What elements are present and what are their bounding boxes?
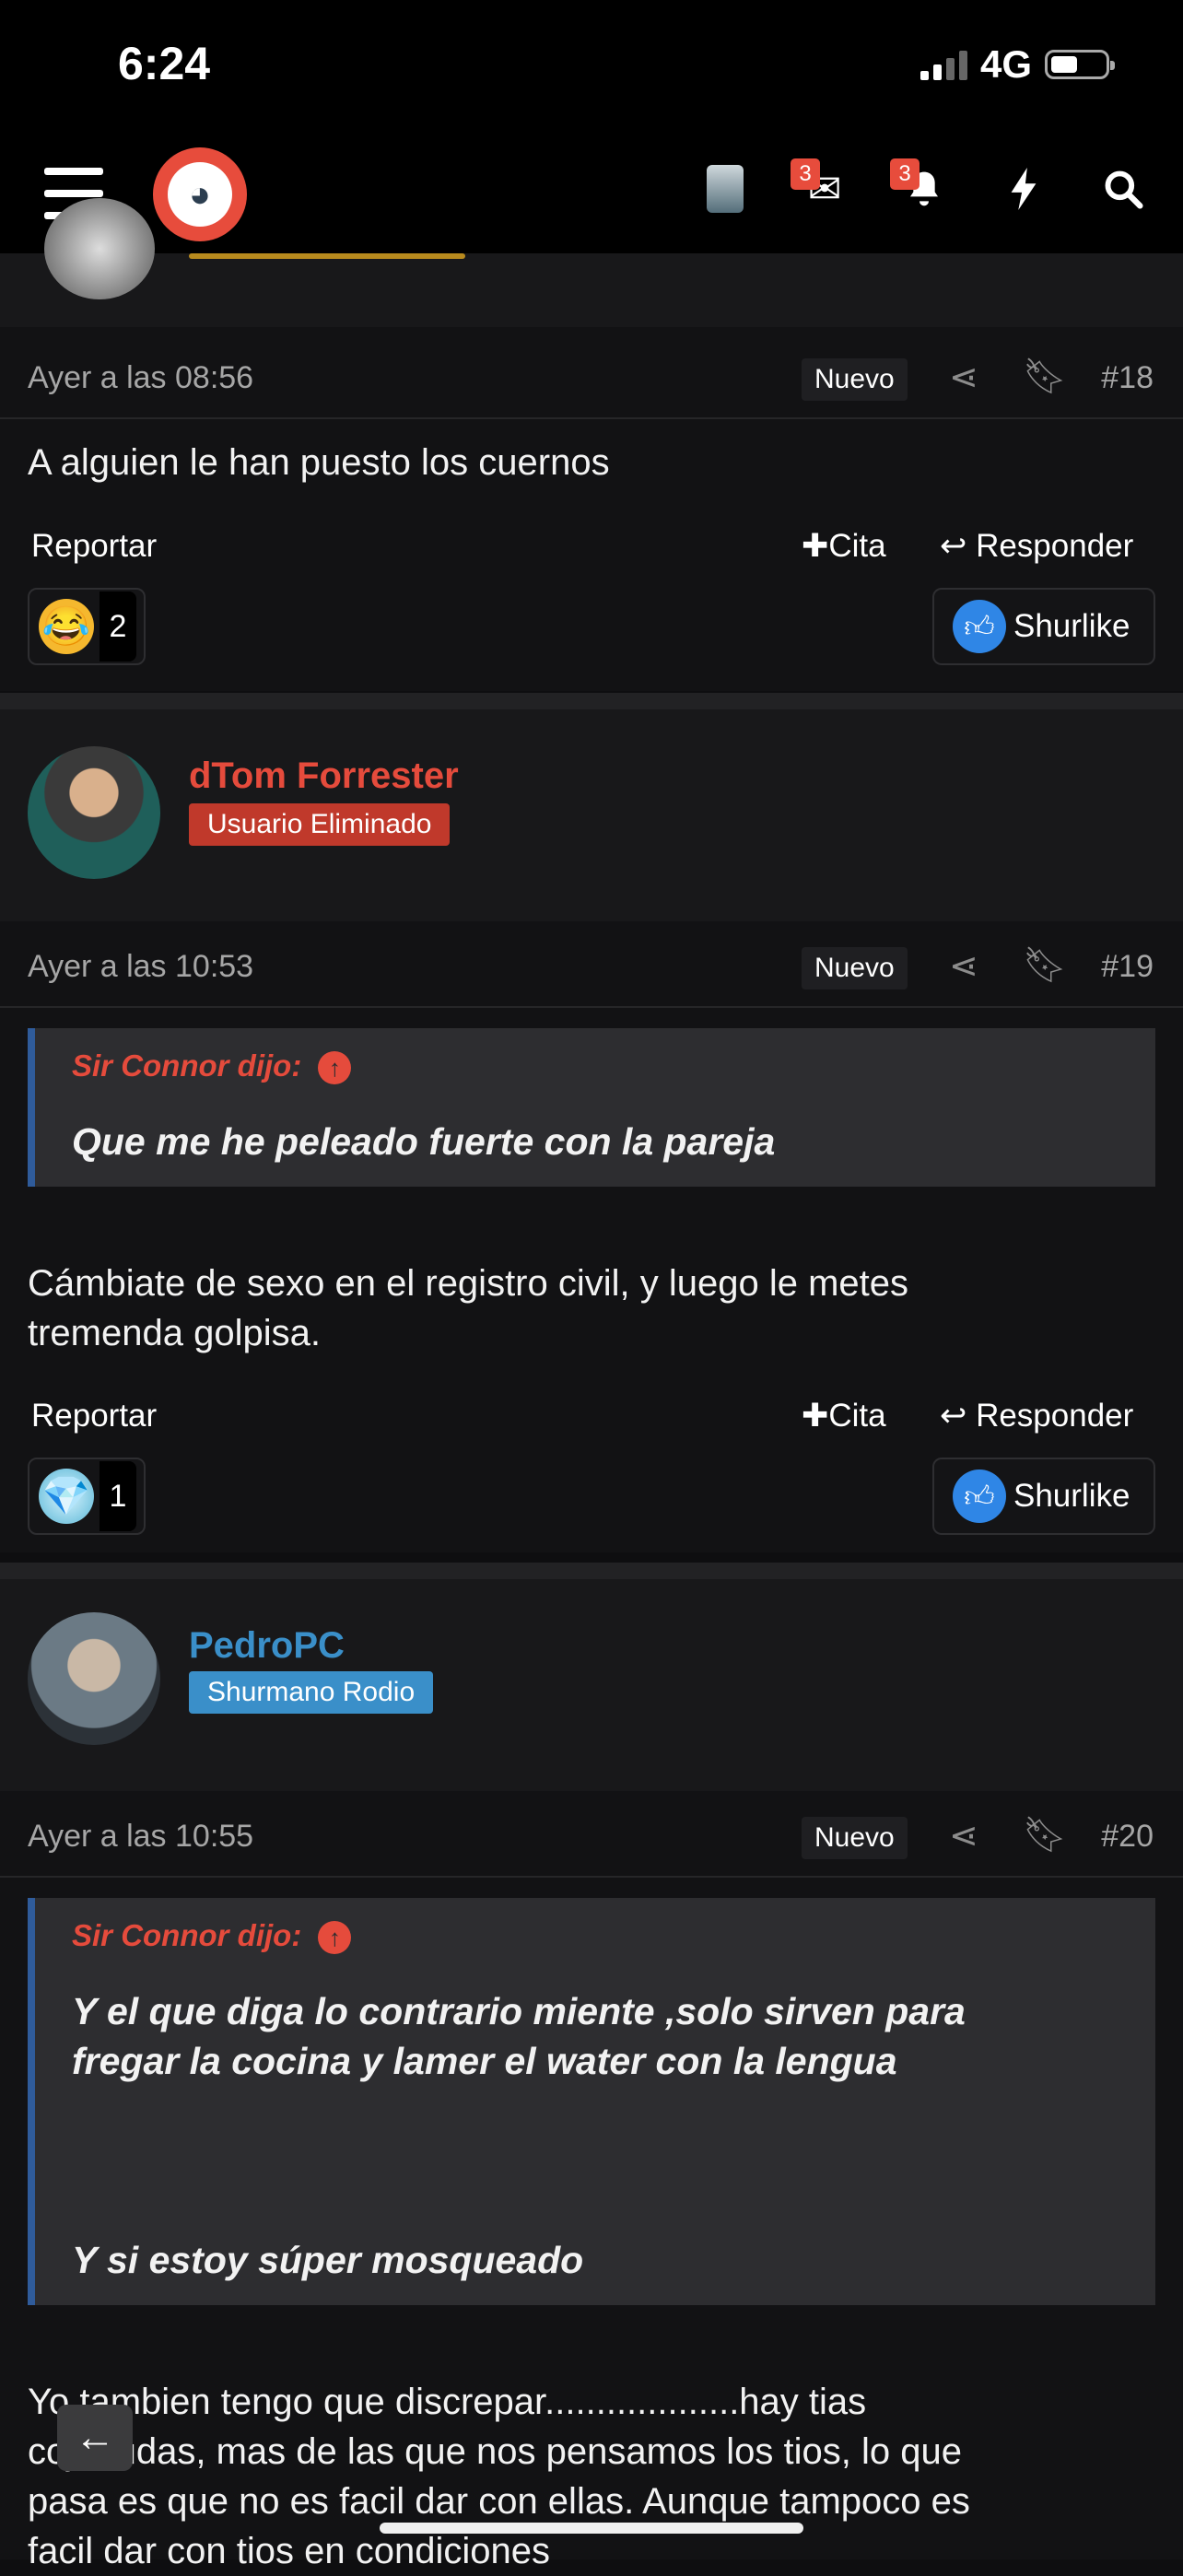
- quote-text: Y el que diga lo contrario miente ,solo …: [72, 1990, 966, 2082]
- post-actions: Reportar ✚Cita ↩ Responder: [0, 521, 1183, 576]
- post-date[interactable]: Ayer a las 08:56: [28, 360, 253, 396]
- battery-icon: [1045, 50, 1115, 79]
- status-icons: 4G: [919, 42, 1115, 87]
- post-text: Cámbiate de sexo en el registro civil, y…: [28, 1263, 909, 1353]
- thumbs-up-icon: 👍︎: [953, 1469, 1006, 1523]
- alerts-button[interactable]: 3: [890, 157, 956, 221]
- report-link[interactable]: Reportar: [31, 528, 157, 565]
- plus-icon: ✚: [802, 1398, 829, 1434]
- username[interactable]: PedroPC: [189, 1625, 345, 1667]
- whats-new-button[interactable]: [991, 157, 1056, 221]
- quote-text: Que me he peleado fuerte con la pareja: [72, 1120, 776, 1163]
- post-number[interactable]: #18: [1101, 360, 1154, 396]
- report-link[interactable]: Reportar: [31, 1398, 157, 1434]
- reaction-summary[interactable]: 😂 2: [28, 588, 146, 665]
- quote-author[interactable]: Sir Connor dijo: ↑: [72, 1918, 352, 1955]
- new-badge: Nuevo: [802, 1817, 908, 1859]
- quote-text: Y si estoy súper mosqueado: [72, 2239, 584, 2281]
- bookmark-icon[interactable]: 🔖︎: [1023, 357, 1067, 397]
- arrow-up-icon[interactable]: ↑: [318, 1051, 352, 1085]
- avatar[interactable]: [28, 1612, 160, 1745]
- plus-icon: ✚: [802, 528, 829, 564]
- post-actions: Reportar ✚Cita ↩ Responder: [0, 1390, 1183, 1446]
- user-badge: [189, 253, 465, 259]
- shurlike-button[interactable]: 👍︎ Shurlike: [932, 588, 1155, 665]
- quote-block: Sir Connor dijo: ↑ Que me he peleado fuer…: [28, 1028, 1155, 1187]
- post-meta: Ayer a las 08:56 Nuevo ⋖ 🔖︎ #18: [0, 344, 1183, 419]
- post-text: A alguien le han puesto los cuernos: [28, 442, 610, 483]
- user-title-badge: Shurmano Rodio: [189, 1671, 434, 1714]
- network-type: 4G: [979, 42, 1032, 86]
- reactions-row: 😂 2 👍︎ Shurlike: [0, 588, 1183, 665]
- home-indicator[interactable]: [380, 2523, 803, 2534]
- search-button[interactable]: [1091, 157, 1155, 221]
- avatar[interactable]: [28, 746, 160, 879]
- quote-button[interactable]: ✚Cita: [802, 1398, 886, 1434]
- reply-icon: ↩: [940, 528, 977, 564]
- post-separator: [0, 693, 1183, 709]
- post-date[interactable]: Ayer a las 10:55: [28, 1819, 253, 1855]
- reaction-count: 2: [100, 591, 136, 662]
- avatar: [44, 198, 155, 299]
- share-icon[interactable]: ⋖: [949, 945, 978, 987]
- post-number[interactable]: #20: [1101, 1819, 1154, 1855]
- status-bar: 6:24 4G: [0, 0, 1183, 138]
- post-meta: Ayer a las 10:55 Nuevo ⋖ 🔖︎ #20: [0, 1802, 1183, 1878]
- share-icon[interactable]: ⋖: [949, 1815, 978, 1856]
- post-separator: [0, 1563, 1183, 1579]
- avatar: [707, 165, 744, 213]
- diamond-emoji-icon: 💎: [39, 1469, 94, 1524]
- new-badge: Nuevo: [802, 947, 908, 989]
- user-block: PedroPC Shurmano Rodio: [0, 1579, 1183, 1791]
- arrow-up-icon[interactable]: ↑: [318, 1921, 352, 1955]
- reply-icon: ↩: [940, 1398, 977, 1434]
- bookmark-icon[interactable]: 🔖︎: [1023, 1815, 1067, 1856]
- reaction-count: 1: [100, 1461, 136, 1531]
- quote-button[interactable]: ✚Cita: [802, 528, 886, 565]
- laughing-emoji-icon: 😂: [39, 599, 94, 654]
- post-number[interactable]: #19: [1101, 949, 1154, 985]
- signal-icon: [919, 49, 967, 80]
- logo-face-icon: ◕: [168, 162, 232, 227]
- search-icon: [1105, 170, 1143, 209]
- inbox-count-badge: 3: [791, 158, 820, 190]
- reply-button[interactable]: ↩ Responder: [940, 528, 1133, 565]
- user-block: [0, 198, 1183, 327]
- shurlike-button[interactable]: 👍︎ Shurlike: [932, 1458, 1155, 1535]
- reply-button[interactable]: ↩ Responder: [940, 1398, 1133, 1434]
- quote-block: Sir Connor dijo: ↑ Y el que diga lo contr…: [28, 1898, 1155, 2305]
- lightning-icon: [1011, 168, 1037, 210]
- account-avatar-button[interactable]: [693, 157, 757, 221]
- reaction-summary[interactable]: 💎 1: [28, 1458, 146, 1535]
- user-block: dTom Forrester Usuario Eliminado: [0, 709, 1183, 921]
- top-navbar: ◕ ✉ 3 3: [0, 138, 1183, 253]
- clock: 6:24: [118, 38, 211, 89]
- inbox-button[interactable]: ✉ 3: [791, 157, 857, 221]
- share-icon[interactable]: ⋖: [949, 357, 978, 398]
- username[interactable]: dTom Forrester: [189, 755, 459, 797]
- bookmark-icon[interactable]: 🔖︎: [1023, 945, 1067, 986]
- new-badge: Nuevo: [802, 358, 908, 401]
- alerts-count-badge: 3: [890, 158, 919, 190]
- post-text: Yo tambien tengo que discrepar..........…: [28, 2382, 970, 2571]
- arrow-left-icon: ←: [75, 2415, 115, 2460]
- post-date[interactable]: Ayer a las 10:53: [28, 949, 253, 985]
- post-meta: Ayer a las 10:53 Nuevo ⋖ 🔖︎ #19: [0, 932, 1183, 1008]
- back-button[interactable]: ←: [57, 2405, 133, 2471]
- reactions-row: 💎 1 👍︎ Shurlike: [0, 1458, 1183, 1535]
- site-logo[interactable]: ◕: [153, 147, 247, 241]
- quote-author[interactable]: Sir Connor dijo: ↑: [72, 1048, 352, 1085]
- user-title-badge: Usuario Eliminado: [189, 803, 451, 846]
- thumbs-up-icon: 👍︎: [953, 600, 1006, 653]
